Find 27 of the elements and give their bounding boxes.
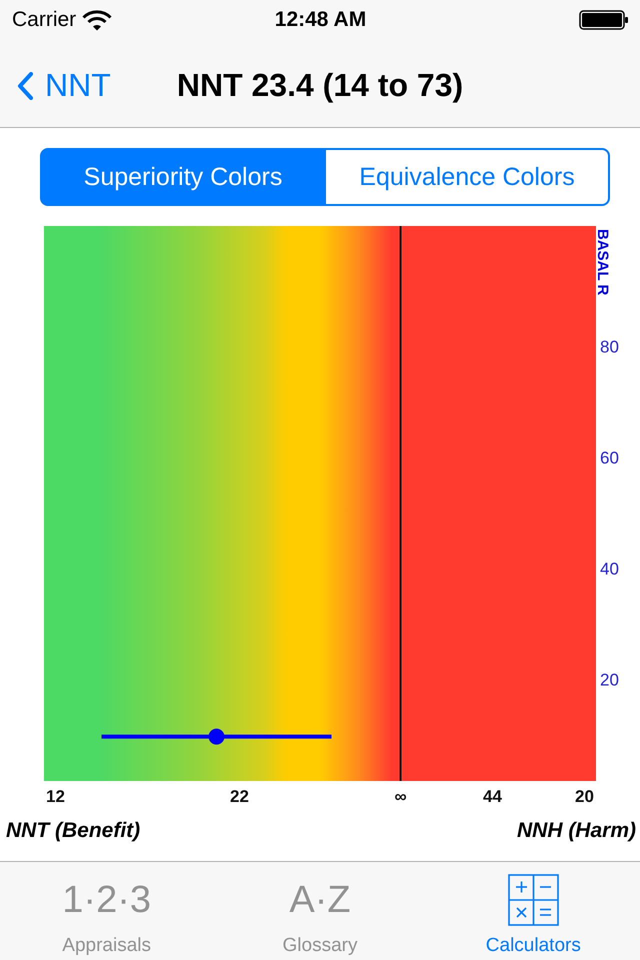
x-tick-label: 22 <box>230 787 249 806</box>
wifi-icon <box>82 10 112 30</box>
y-tick-label: 80 <box>600 338 619 357</box>
tab-glyph-icon: A·Z <box>289 878 351 922</box>
calculator-icon <box>508 874 559 926</box>
y-tick-label: 20 <box>600 670 619 690</box>
tab-bar-item[interactable]: Calculators <box>426 862 640 960</box>
tab-bar-item[interactable]: A·Z Glossary <box>213 862 427 960</box>
y-tick-label: 60 <box>600 448 619 468</box>
x-tick-label: 12 <box>46 787 65 806</box>
benefit-axis-label: NNT (Benefit) <box>6 819 140 843</box>
x-tick-label: 20 <box>575 787 594 806</box>
carrier-label: Carrier <box>12 8 76 32</box>
harm-axis-label: NNH (Harm) <box>516 819 636 843</box>
tab-glyph-icon: 1·2·3 <box>62 878 152 922</box>
segment-tab[interactable]: Superiority Colors <box>40 148 326 206</box>
battery-icon <box>579 10 629 30</box>
clock-time: 12:48 AM <box>274 8 366 32</box>
tab-bar-item[interactable]: 1·2·3 Appraisals <box>0 862 214 960</box>
back-chevron-icon <box>17 72 33 100</box>
y-axis-title: BASAL R <box>594 229 611 296</box>
x-tick-label: ∞ <box>394 787 407 806</box>
back-button[interactable]: NNT <box>0 67 111 104</box>
screen-title: NNT 23.4 (14 to 73) <box>176 67 464 104</box>
y-tick-label: 40 <box>600 560 619 579</box>
x-tick-label: 44 <box>483 787 502 806</box>
segment-tab[interactable]: Equivalence Colors <box>326 148 610 206</box>
